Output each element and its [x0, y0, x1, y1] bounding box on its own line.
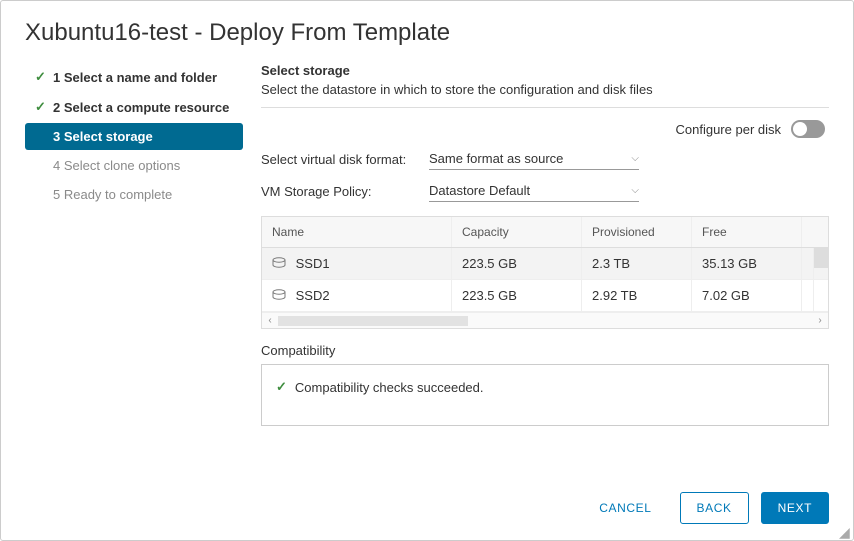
configure-per-disk-toggle[interactable] — [791, 120, 825, 138]
compatibility-message: Compatibility checks succeeded. — [295, 380, 484, 395]
scroll-thumb[interactable] — [814, 248, 828, 268]
vertical-scrollbar[interactable] — [813, 248, 828, 312]
col-spacer — [802, 217, 818, 247]
divider — [261, 107, 829, 108]
check-icon: ✓ — [35, 99, 47, 115]
dialog-content: ✓ 1 Select a name and folder ✓ 2 Select … — [1, 59, 853, 476]
chevron-down-icon: ⌵ — [631, 153, 639, 164]
col-capacity[interactable]: Capacity — [452, 217, 582, 247]
check-icon: ✓ — [35, 69, 47, 85]
cell-provisioned: 2.92 TB — [582, 280, 692, 311]
table-header: Name Capacity Provisioned Free — [262, 217, 828, 248]
step-label: 5 Ready to complete — [53, 187, 172, 202]
cell-capacity: 223.5 GB — [452, 248, 582, 279]
step-name-folder[interactable]: ✓ 1 Select a name and folder — [25, 63, 243, 91]
dialog-footer: CANCEL BACK NEXT — [1, 476, 853, 540]
main-panel: Select storage Select the datastore in w… — [243, 59, 829, 476]
chevron-down-icon: ⌵ — [631, 185, 639, 196]
section-subtitle: Select the datastore in which to store t… — [261, 82, 829, 97]
scroll-right-icon[interactable]: › — [812, 315, 828, 326]
cell-free: 35.13 GB — [692, 248, 802, 279]
disk-format-select[interactable]: Same format as source ⌵ — [429, 148, 639, 170]
datastore-icon — [272, 257, 286, 268]
scroll-thumb[interactable] — [278, 316, 468, 326]
compatibility-box: ✓ Compatibility checks succeeded. — [261, 364, 829, 426]
col-name[interactable]: Name — [262, 217, 452, 247]
cell-free: 7.02 GB — [692, 280, 802, 311]
step-clone-options: 4 Select clone options — [25, 152, 243, 179]
horizontal-scrollbar[interactable]: ‹ › — [262, 312, 828, 328]
datastore-table: Name Capacity Provisioned Free SSD1 — [261, 216, 829, 329]
cell-name: SSD1 — [262, 248, 452, 279]
cell-provisioned: 2.3 TB — [582, 248, 692, 279]
cell-capacity: 223.5 GB — [452, 280, 582, 311]
step-compute-resource[interactable]: ✓ 2 Select a compute resource — [25, 93, 243, 121]
configure-per-disk-row: Configure per disk — [261, 120, 829, 138]
compatibility-row: ✓ Compatibility checks succeeded. — [276, 379, 814, 395]
ds-name: SSD1 — [296, 256, 330, 271]
check-icon: ✓ — [276, 379, 287, 395]
deploy-template-dialog: Xubuntu16-test - Deploy From Template ✓ … — [0, 0, 854, 541]
storage-policy-value: Datastore Default — [429, 183, 530, 198]
table-row[interactable]: SSD2 223.5 GB 2.92 TB 7.02 GB — [262, 280, 828, 312]
cell-name: SSD2 — [262, 280, 452, 311]
disk-format-row: Select virtual disk format: Same format … — [261, 148, 829, 170]
storage-policy-row: VM Storage Policy: Datastore Default ⌵ — [261, 180, 829, 202]
step-label: 2 Select a compute resource — [53, 100, 229, 115]
cancel-button[interactable]: CANCEL — [583, 493, 667, 523]
step-ready-complete: 5 Ready to complete — [25, 181, 243, 208]
disk-format-value: Same format as source — [429, 151, 563, 166]
section-title: Select storage — [261, 63, 829, 78]
datastore-icon — [272, 289, 286, 300]
step-label: 3 Select storage — [53, 129, 153, 144]
storage-policy-label: VM Storage Policy: — [261, 184, 429, 199]
disk-format-label: Select virtual disk format: — [261, 152, 429, 167]
table-body: SSD1 223.5 GB 2.3 TB 35.13 GB SSD2 — [262, 248, 828, 312]
scroll-track[interactable] — [278, 316, 812, 326]
step-select-storage[interactable]: 3 Select storage — [25, 123, 243, 150]
next-button[interactable]: NEXT — [761, 492, 829, 524]
scroll-left-icon[interactable]: ‹ — [262, 315, 278, 326]
ds-name: SSD2 — [296, 288, 330, 303]
step-label: 1 Select a name and folder — [53, 70, 217, 85]
col-provisioned[interactable]: Provisioned — [582, 217, 692, 247]
wizard-sidebar: ✓ 1 Select a name and folder ✓ 2 Select … — [25, 59, 243, 476]
resize-handle-icon[interactable]: ◢ — [839, 526, 851, 538]
step-label: 4 Select clone options — [53, 158, 180, 173]
back-button[interactable]: BACK — [680, 492, 749, 524]
dialog-title: Xubuntu16-test - Deploy From Template — [1, 1, 853, 59]
configure-per-disk-label: Configure per disk — [676, 122, 782, 137]
col-free[interactable]: Free — [692, 217, 802, 247]
storage-policy-select[interactable]: Datastore Default ⌵ — [429, 180, 639, 202]
compatibility-label: Compatibility — [261, 343, 829, 358]
table-row[interactable]: SSD1 223.5 GB 2.3 TB 35.13 GB — [262, 248, 828, 280]
